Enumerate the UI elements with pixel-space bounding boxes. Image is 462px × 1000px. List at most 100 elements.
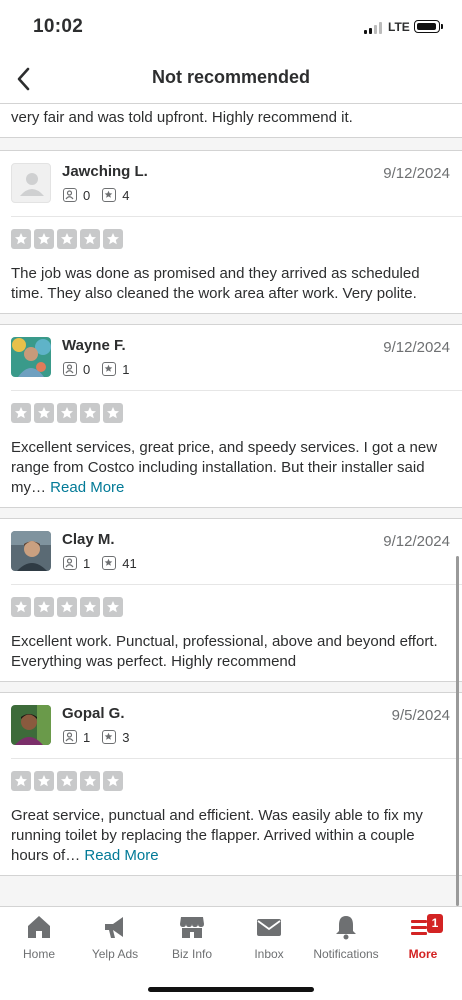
review-body: Great service, punctual and efficient. W… — [11, 807, 423, 864]
user-photo — [11, 337, 51, 377]
star-icon — [80, 597, 100, 617]
friends-icon — [63, 188, 77, 202]
megaphone-icon — [105, 917, 123, 938]
star-icon — [103, 771, 123, 791]
nav-bar: Not recommended — [0, 52, 462, 104]
home-icon — [28, 916, 50, 938]
tab-label: Inbox — [254, 947, 284, 961]
read-more-link[interactable]: Read More — [84, 847, 158, 864]
tab-bar: Home Yelp Ads Biz Info Inbox Notificatio… — [0, 906, 462, 1000]
tab-biz-info[interactable]: Biz Info — [153, 907, 231, 969]
review-date: 9/12/2024 — [383, 165, 450, 182]
signal-icon — [364, 22, 384, 34]
reviews-count: 3 — [122, 729, 130, 745]
reviewer-stats: 1 3 — [63, 729, 141, 745]
review-text: very fair and was told upfront. Highly r… — [11, 109, 353, 126]
status-bar: 10:02 LTE — [0, 0, 462, 52]
user-photo — [11, 705, 51, 745]
read-more-link[interactable]: Read More — [50, 479, 124, 496]
reviewer-name[interactable]: Clay M. — [62, 531, 115, 548]
network-label: LTE — [388, 20, 410, 34]
reviews-count-icon — [102, 188, 117, 202]
avatar[interactable] — [11, 531, 51, 571]
reviews-count-icon — [102, 362, 117, 376]
review-card: Wayne F. 0 1 9/12/2024 Excellent service… — [0, 324, 462, 508]
reviewer-stats: 0 4 — [63, 187, 141, 203]
reviewer-stats: 0 1 — [63, 361, 141, 377]
friends-icon — [63, 556, 77, 570]
star-icon — [34, 771, 54, 791]
review-body: Excellent work. Punctual, professional, … — [11, 633, 438, 670]
review-text: Great service, punctual and efficient. W… — [11, 806, 452, 866]
friends-count: 0 — [83, 187, 91, 203]
review-text: Excellent services, great price, and spe… — [11, 438, 452, 498]
tab-label: Notifications — [313, 947, 379, 961]
star-icon — [80, 771, 100, 791]
friends-count: 0 — [83, 361, 91, 377]
friends-icon — [63, 730, 77, 744]
status-time: 10:02 — [33, 16, 84, 37]
reviews-count-icon — [102, 556, 117, 570]
reviews-count: 41 — [122, 555, 137, 571]
tab-label: Yelp Ads — [91, 947, 139, 961]
review-text: Excellent work. Punctual, professional, … — [11, 632, 452, 672]
avatar[interactable] — [11, 705, 51, 745]
home-indicator — [148, 987, 314, 992]
review-body: The job was done as promised and they ar… — [11, 265, 420, 302]
tab-inbox[interactable]: Inbox — [230, 907, 308, 969]
star-icon — [11, 403, 31, 423]
envelope-icon — [257, 919, 281, 936]
notification-badge: 1 — [427, 914, 443, 933]
storefront-icon — [180, 917, 204, 938]
review-card: Clay M. 1 41 9/12/2024 Excellent work. P… — [0, 518, 462, 682]
divider — [11, 584, 462, 585]
review-text: The job was done as promised and they ar… — [11, 264, 452, 304]
reviews-list[interactable]: … very fair and was told upfront. Highly… — [0, 104, 462, 906]
reviewer-name[interactable]: Wayne F. — [62, 337, 126, 354]
star-icon — [57, 771, 77, 791]
star-rating — [11, 229, 126, 249]
reviewer-stats: 1 41 — [63, 555, 149, 571]
default-user-icon — [20, 173, 44, 196]
star-icon — [57, 597, 77, 617]
star-icon — [103, 229, 123, 249]
review-card: Jawching L. 0 4 9/12/2024 The job was do… — [0, 150, 462, 314]
divider — [11, 758, 462, 759]
avatar[interactable] — [11, 337, 51, 377]
reviewer-name[interactable]: Gopal G. — [62, 705, 125, 722]
user-photo — [11, 531, 51, 571]
reviewer-name[interactable]: Jawching L. — [62, 163, 148, 180]
reviews-count: 4 — [122, 187, 130, 203]
divider — [11, 216, 462, 217]
star-icon — [34, 403, 54, 423]
star-icon — [103, 403, 123, 423]
tab-notifications[interactable]: Notifications — [307, 907, 385, 969]
star-icon — [80, 229, 100, 249]
tab-home[interactable]: Home — [0, 907, 78, 969]
star-icon — [11, 229, 31, 249]
star-icon — [103, 597, 123, 617]
tab-yelp-ads[interactable]: Yelp Ads — [76, 907, 154, 969]
star-rating — [11, 771, 126, 791]
review-date: 9/12/2024 — [383, 339, 450, 356]
reviews-count: 1 — [122, 361, 130, 377]
page-title: Not recommended — [151, 67, 311, 87]
star-icon — [11, 597, 31, 617]
star-icon — [57, 229, 77, 249]
scrollbar[interactable] — [456, 556, 459, 906]
tab-label: Home — [22, 947, 55, 961]
friends-icon — [63, 362, 77, 376]
review-date: 9/12/2024 — [383, 533, 450, 550]
bell-icon — [336, 916, 356, 940]
star-icon — [34, 597, 54, 617]
star-icon — [11, 771, 31, 791]
tab-more[interactable]: 1 More — [384, 907, 462, 969]
review-card-partial: … very fair and was told upfront. Highly… — [0, 104, 462, 138]
star-icon — [57, 403, 77, 423]
star-icon — [34, 229, 54, 249]
battery-icon — [414, 20, 443, 33]
star-rating — [11, 597, 126, 617]
avatar[interactable] — [11, 163, 51, 203]
divider — [11, 390, 462, 391]
friends-count: 1 — [83, 555, 91, 571]
